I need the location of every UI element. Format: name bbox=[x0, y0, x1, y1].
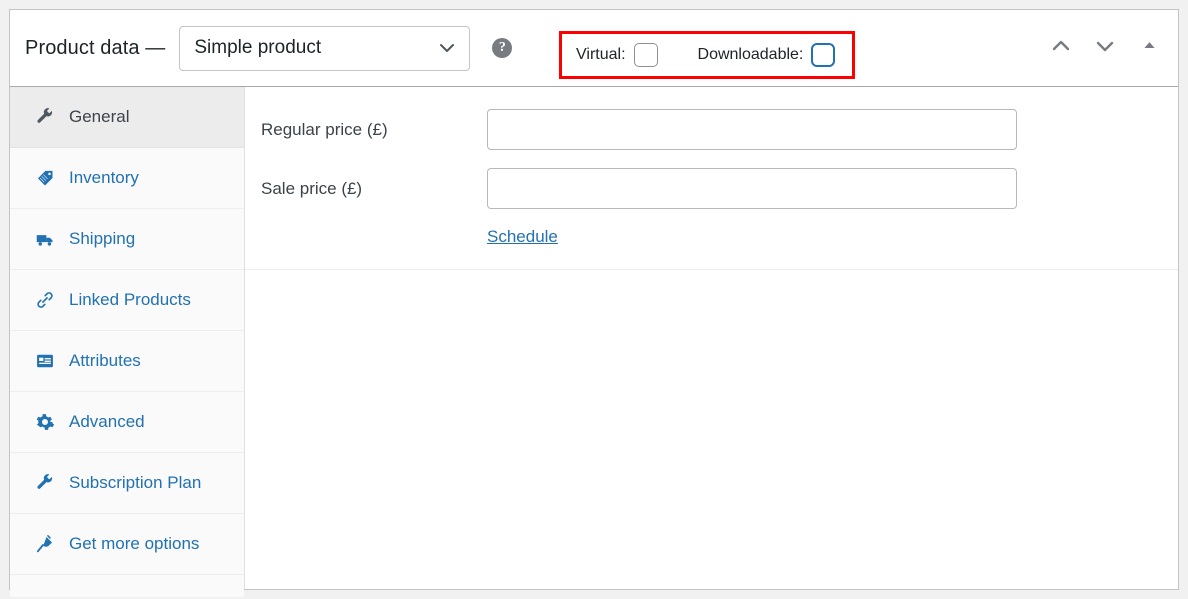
sidebar-item-label: Get more options bbox=[69, 534, 199, 554]
link-icon bbox=[34, 289, 56, 311]
move-down-button[interactable] bbox=[1090, 33, 1120, 63]
sale-price-input[interactable] bbox=[487, 168, 1017, 209]
schedule-spacer bbox=[261, 227, 487, 247]
sidebar-item-general[interactable]: General bbox=[10, 87, 244, 148]
virtual-label-text: Virtual: bbox=[576, 46, 626, 64]
product-data-panel: Product data — Simple product ? Virtual:… bbox=[9, 9, 1179, 590]
wrench-icon bbox=[34, 472, 56, 494]
sidebar-item-subscription-plan[interactable]: Subscription Plan bbox=[10, 453, 244, 514]
sidebar-item-attributes[interactable]: Attributes bbox=[10, 331, 244, 392]
schedule-link[interactable]: Schedule bbox=[487, 227, 558, 247]
schedule-row: Schedule bbox=[245, 227, 1178, 247]
downloadable-checkbox-label[interactable]: Downloadable: bbox=[698, 43, 836, 67]
tab-content-general: Regular price (£) Sale price (£) Schedul… bbox=[245, 87, 1178, 589]
sale-price-label: Sale price (£) bbox=[261, 179, 487, 199]
regular-price-row: Regular price (£) bbox=[245, 109, 1178, 150]
sidebar-item-label: General bbox=[69, 107, 129, 127]
sidebar-item-inventory[interactable]: Inventory bbox=[10, 148, 244, 209]
sidebar-item-label: Attributes bbox=[69, 351, 141, 371]
chevron-up-icon bbox=[1049, 34, 1073, 63]
product-data-tabs: General Inventory bbox=[10, 87, 245, 589]
sidebar-item-get-more-options[interactable]: Get more options bbox=[10, 514, 244, 575]
wrench-icon bbox=[34, 106, 56, 128]
sidebar-item-label: Advanced bbox=[69, 412, 145, 432]
tag-icon bbox=[34, 167, 56, 189]
chevron-down-icon bbox=[437, 38, 457, 58]
product-type-value: Simple product bbox=[194, 37, 321, 59]
virtual-checkbox-label[interactable]: Virtual: bbox=[576, 43, 658, 67]
toggle-panel-button[interactable] bbox=[1134, 33, 1164, 63]
screen: Product data — Simple product ? Virtual:… bbox=[0, 0, 1188, 599]
regular-price-input[interactable] bbox=[487, 109, 1017, 150]
sidebar-item-linked-products[interactable]: Linked Products bbox=[10, 270, 244, 331]
regular-price-label: Regular price (£) bbox=[261, 120, 487, 140]
sidebar-item-label: Linked Products bbox=[69, 290, 191, 310]
downloadable-checkbox[interactable] bbox=[811, 43, 835, 67]
gear-icon bbox=[34, 411, 56, 433]
sidebar-item-advanced[interactable]: Advanced bbox=[10, 392, 244, 453]
virtual-checkbox[interactable] bbox=[634, 43, 658, 67]
chevron-down-icon bbox=[1093, 34, 1117, 63]
list-box-icon bbox=[34, 350, 56, 372]
help-circle-icon[interactable]: ? bbox=[492, 38, 512, 58]
header-actions bbox=[1046, 33, 1164, 63]
product-type-select[interactable]: Simple product bbox=[179, 26, 470, 71]
move-up-button[interactable] bbox=[1046, 33, 1076, 63]
sidebar-item-shipping[interactable]: Shipping bbox=[10, 209, 244, 270]
panel-header: Product data — Simple product ? Virtual:… bbox=[10, 10, 1178, 87]
page-title: Product data — bbox=[25, 37, 165, 60]
sidebar-item-label: Subscription Plan bbox=[69, 473, 201, 493]
sidebar-item-label: Inventory bbox=[69, 168, 139, 188]
triangle-up-icon bbox=[1141, 37, 1158, 59]
virtual-downloadable-highlight: Virtual: Downloadable: bbox=[559, 31, 855, 79]
pricing-field-group: Regular price (£) Sale price (£) Schedul… bbox=[245, 87, 1178, 270]
truck-icon bbox=[34, 228, 56, 250]
sale-price-row: Sale price (£) bbox=[245, 168, 1178, 209]
panel-body: General Inventory bbox=[10, 87, 1178, 589]
downloadable-label-text: Downloadable: bbox=[698, 46, 804, 64]
tabs-filler bbox=[10, 575, 244, 597]
plug-icon bbox=[34, 533, 56, 555]
sidebar-item-label: Shipping bbox=[69, 229, 135, 249]
